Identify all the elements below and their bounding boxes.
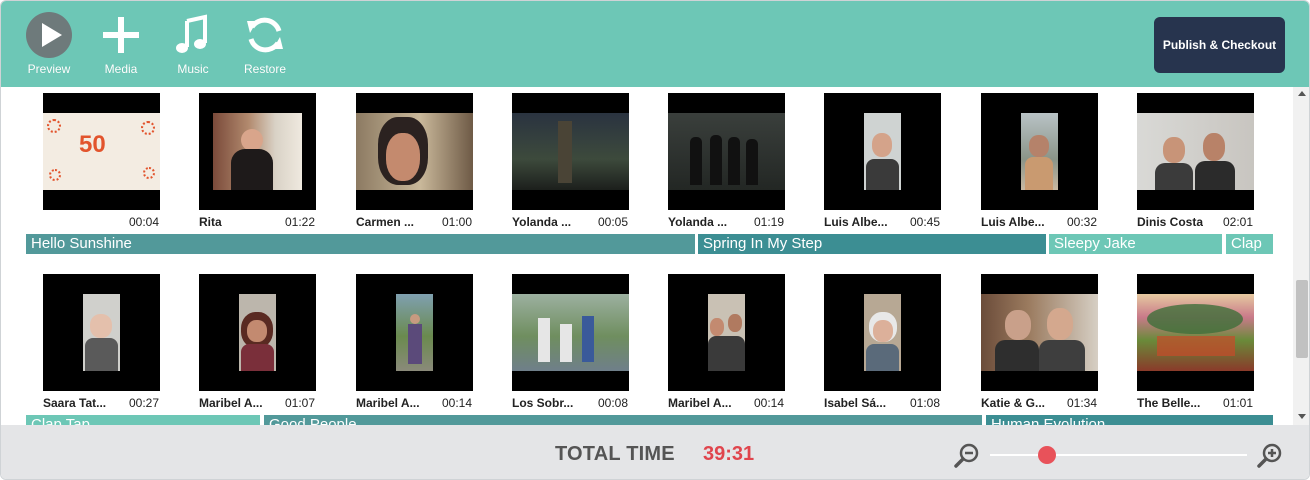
top-toolbar: Preview Media Music Restore Publish & Ch… [1, 1, 1309, 87]
clip-duration: 00:32 [1066, 215, 1097, 229]
clip-duration: 00:04 [128, 215, 159, 229]
zoom-slider-knob[interactable] [1037, 446, 1056, 464]
zoom-out-icon[interactable] [954, 442, 980, 468]
total-time-value: 39:31 [703, 443, 755, 465]
scroll-down-arrow-icon[interactable] [1298, 414, 1306, 419]
clip-caption: Yolanda ... 00:05 [512, 215, 642, 231]
music-track[interactable]: Clap Tap [26, 415, 260, 425]
total-time-label: TOTAL TIME [555, 443, 675, 465]
clip-thumbnail[interactable] [199, 274, 316, 391]
music-track[interactable]: Clap [1226, 234, 1273, 254]
clip-caption: Yolanda ... 01:19 [668, 215, 798, 231]
preview-button[interactable]: Preview [17, 11, 81, 77]
clip-name: Maribel A... [199, 396, 263, 410]
publish-checkout-button[interactable]: Publish & Checkout [1154, 17, 1285, 73]
clip-duration: 00:27 [128, 396, 159, 410]
thumbnail-text: 50 [79, 131, 106, 158]
music-track[interactable]: Good People [264, 415, 982, 425]
clip-thumbnail[interactable]: 50 [43, 93, 160, 210]
clip-name: Saara Tat... [43, 396, 107, 410]
zoom-slider-track[interactable] [990, 454, 1247, 456]
music-track[interactable]: Sleepy Jake [1049, 234, 1222, 254]
clip-caption: Maribel A... 00:14 [668, 396, 798, 412]
media-button[interactable]: Media [89, 11, 153, 77]
clip-thumbnail[interactable] [824, 274, 941, 391]
refresh-icon [247, 17, 283, 53]
music-track[interactable]: Hello Sunshine [26, 234, 695, 254]
clip-duration: 01:22 [284, 215, 315, 229]
clip-name: Yolanda ... [512, 215, 572, 229]
clip-name: Maribel A... [668, 396, 732, 410]
clip-duration: 00:08 [597, 396, 628, 410]
clip-thumbnail[interactable] [512, 274, 629, 391]
footer-bar: TOTAL TIME 39:31 [1, 425, 1309, 479]
clip-thumbnail[interactable] [356, 93, 473, 210]
clip-thumbnail[interactable] [1137, 93, 1254, 210]
play-icon [26, 12, 72, 58]
clip-thumbnail[interactable] [981, 93, 1098, 210]
clip-caption: Saara Tat... 00:27 [43, 396, 173, 412]
clip-duration: 01:08 [909, 396, 940, 410]
clip-thumbnail[interactable] [981, 274, 1098, 391]
video-editor-window: Preview Media Music Restore Publish & Ch… [0, 0, 1310, 480]
plus-icon [103, 17, 139, 53]
clip-caption: Isabel Sá... 01:08 [824, 396, 954, 412]
clip-caption: Carmen ... 01:00 [356, 215, 486, 231]
clip-duration: 00:14 [753, 396, 784, 410]
clip-caption: Katie & G... 01:34 [981, 396, 1111, 412]
clip-name: Isabel Sá... [824, 396, 887, 410]
clip-caption: 00:04 [43, 215, 173, 231]
clip-caption: Maribel A... 01:07 [199, 396, 329, 412]
clip-name: Dinis Costa [1137, 215, 1204, 229]
music-note-icon [176, 14, 207, 53]
vertical-scrollbar[interactable] [1293, 87, 1309, 425]
restore-button[interactable]: Restore [233, 11, 297, 77]
clip-name: Luis Albe... [824, 215, 888, 229]
clip-caption: Luis Albe... 00:45 [824, 215, 954, 231]
clip-caption: Los Sobr... 00:08 [512, 396, 642, 412]
clip-thumbnail[interactable] [668, 274, 785, 391]
clip-name: Yolanda ... [668, 215, 728, 229]
music-track[interactable]: Human Evolution [986, 415, 1273, 425]
clip-caption: The Belle... 01:01 [1137, 396, 1267, 412]
timeline-content: 50 00:04 Rita 01:22 Carmen ... 01:00 Yol… [1, 87, 1293, 425]
music-label: Music [177, 62, 209, 76]
clip-thumbnail[interactable] [1137, 274, 1254, 391]
clip-caption: Maribel A... 00:14 [356, 396, 486, 412]
clip-duration: 02:01 [1222, 215, 1253, 229]
clip-caption: Rita 01:22 [199, 215, 329, 231]
clip-thumbnail[interactable] [668, 93, 785, 210]
clip-duration: 01:01 [1222, 396, 1253, 410]
preview-label: Preview [27, 62, 71, 76]
clip-duration: 00:14 [441, 396, 472, 410]
scroll-up-arrow-icon[interactable] [1298, 91, 1306, 96]
clip-caption: Dinis Costa 02:01 [1137, 215, 1267, 231]
media-label: Media [104, 62, 138, 76]
music-track[interactable]: Spring In My Step [698, 234, 1046, 254]
clip-name: Los Sobr... [512, 396, 574, 410]
scrollbar-thumb[interactable] [1296, 280, 1308, 358]
clip-thumbnail[interactable] [824, 93, 941, 210]
clip-thumbnail[interactable] [512, 93, 629, 210]
clip-thumbnail[interactable] [356, 274, 473, 391]
clip-name: Katie & G... [981, 396, 1046, 410]
clip-caption: Luis Albe... 00:32 [981, 215, 1111, 231]
clip-thumbnail[interactable] [43, 274, 160, 391]
clip-duration: 01:07 [284, 396, 315, 410]
clip-duration: 01:00 [441, 215, 472, 229]
clip-duration: 01:19 [753, 215, 784, 229]
clip-duration: 01:34 [1066, 396, 1097, 410]
restore-label: Restore [243, 62, 287, 76]
clip-name: Luis Albe... [981, 215, 1045, 229]
clip-name: Maribel A... [356, 396, 420, 410]
clip-name: The Belle... [1137, 396, 1201, 410]
clip-name: Rita [199, 215, 222, 229]
clip-duration: 00:05 [597, 215, 628, 229]
clip-thumbnail[interactable] [199, 93, 316, 210]
music-button[interactable]: Music [161, 11, 225, 77]
clip-duration: 00:45 [909, 215, 940, 229]
zoom-in-icon[interactable] [1257, 442, 1283, 468]
clip-name: Carmen ... [356, 215, 415, 229]
